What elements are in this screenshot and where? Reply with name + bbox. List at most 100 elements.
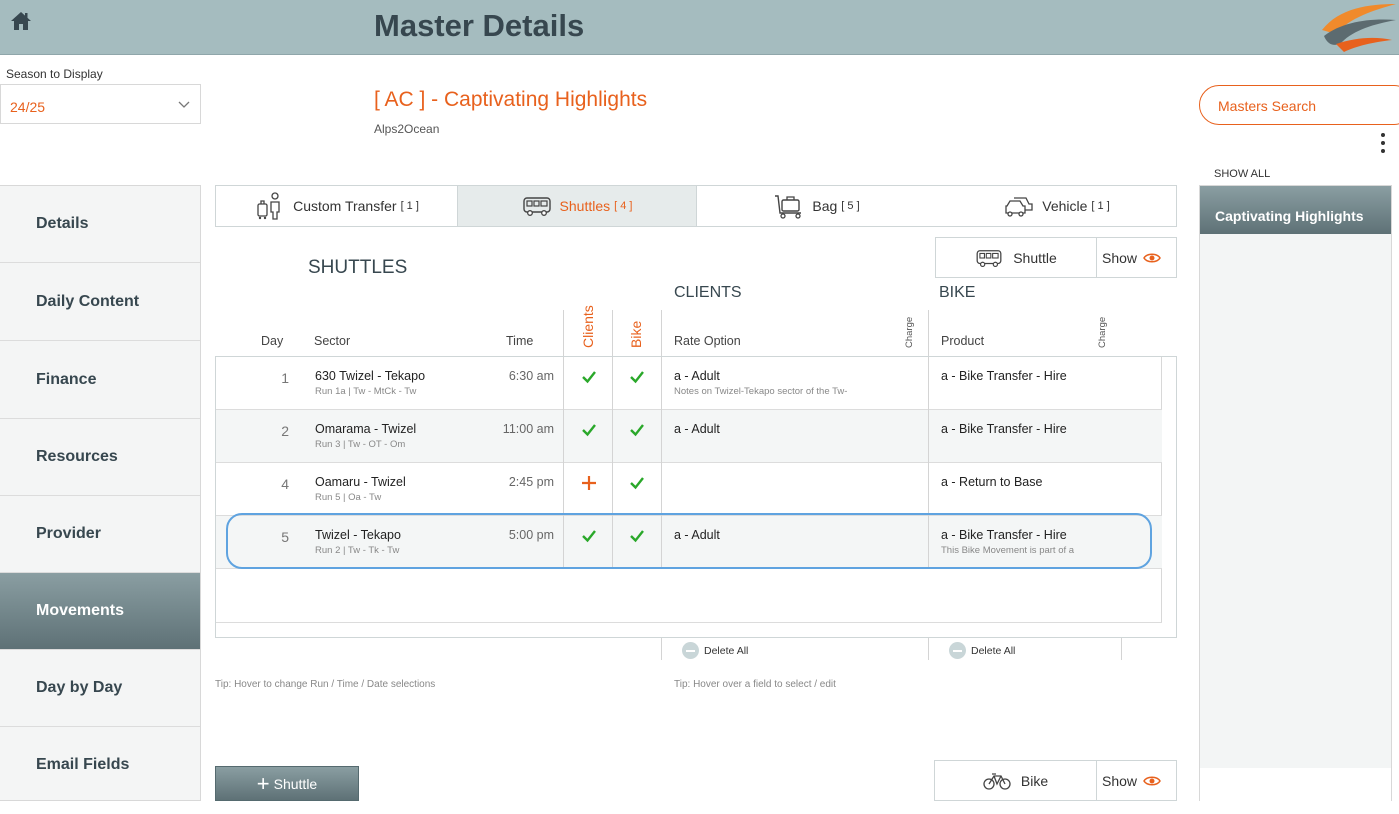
add-shuttle-button[interactable]: + Shuttle bbox=[215, 766, 359, 801]
shuttles-heading: SHUTTLES bbox=[308, 257, 408, 278]
time-cell[interactable]: 5:00 pm bbox=[509, 528, 554, 542]
rate-option-cell[interactable]: a - Adult bbox=[674, 528, 720, 542]
sidebar-item-daily-content[interactable]: Daily Content bbox=[0, 264, 200, 341]
table-row[interactable]: 2 Omarama - Twizel Run 3 | Tw - OT - Om … bbox=[216, 410, 1162, 463]
col-bike: Bike bbox=[628, 320, 644, 348]
movement-tabs: Custom Transfer [ 1 ] Shuttles [ 4 ] Bag… bbox=[215, 185, 1177, 227]
run-cell: Run 2 | Tw - Tk - Tw bbox=[315, 545, 400, 556]
sector-cell[interactable]: 630 Twizel - Tekapo bbox=[315, 369, 425, 383]
table-row[interactable]: 1 630 Twizel - Tekapo Run 1a | Tw - MtCk… bbox=[216, 357, 1162, 410]
col-bike-charge: Charge bbox=[1097, 316, 1108, 348]
masters-search-button[interactable]: Masters Search bbox=[1199, 85, 1399, 125]
clients-heading: CLIENTS bbox=[674, 284, 742, 301]
shuttles-table: 1 630 Twizel - Tekapo Run 1a | Tw - MtCk… bbox=[215, 356, 1177, 638]
check-icon[interactable] bbox=[628, 527, 646, 545]
eye-icon bbox=[1143, 776, 1161, 785]
bike-show-label: Show bbox=[1101, 772, 1138, 789]
tab-custom-transfer[interactable]: Custom Transfer [ 1 ] bbox=[216, 186, 458, 226]
col-clients-charge: Charge bbox=[904, 316, 915, 348]
plus-icon[interactable] bbox=[580, 474, 598, 492]
rate-note: Notes on Twizel-Tekapo sector of the Tw- bbox=[674, 386, 848, 397]
tab-shuttles-count: [ 4 ] bbox=[614, 200, 633, 212]
col-time: Time bbox=[506, 334, 534, 348]
car-icon bbox=[1005, 197, 1033, 217]
season-label: Season to Display bbox=[6, 67, 103, 81]
rate-option-cell[interactable]: a - Adult bbox=[674, 369, 720, 383]
shuttle-show-label: Show bbox=[1101, 249, 1138, 266]
masters-list-item[interactable]: Captivating Highlights bbox=[1200, 186, 1391, 234]
bicycle-icon bbox=[983, 772, 1011, 790]
check-icon[interactable] bbox=[580, 527, 598, 545]
product-cell[interactable]: a - Bike Transfer - Hire bbox=[941, 422, 1067, 436]
page-title: Master Details bbox=[374, 8, 585, 43]
check-icon[interactable] bbox=[628, 421, 646, 439]
check-icon[interactable] bbox=[628, 474, 646, 492]
masters-list-panel: Captivating Highlights bbox=[1199, 185, 1392, 801]
tab-bag[interactable]: Bag [ 5 ] bbox=[697, 186, 937, 226]
sidebar-item-email-fields[interactable]: Email Fields bbox=[0, 726, 200, 803]
product-cell[interactable]: a - Bike Transfer - Hire bbox=[941, 528, 1067, 542]
master-title: [ AC ] - Captivating Highlights bbox=[374, 88, 648, 111]
run-cell: Run 3 | Tw - OT - Om bbox=[315, 439, 406, 450]
shuttle-filter-label: Shuttle bbox=[1013, 249, 1057, 266]
minus-circle-icon bbox=[949, 642, 966, 659]
col-product: Product bbox=[941, 334, 985, 348]
eye-icon bbox=[1143, 253, 1161, 262]
bag-trolley-icon bbox=[775, 195, 802, 219]
table-row[interactable]: 4 Oamaru - Twizel Run 5 | Oa - Tw 2:45 p… bbox=[216, 463, 1162, 516]
time-cell[interactable]: 2:45 pm bbox=[509, 475, 554, 489]
sidebar-item-details[interactable]: Details bbox=[0, 186, 200, 263]
tab-vehicle-label: Vehicle bbox=[1042, 198, 1088, 214]
sidebar-item-provider[interactable]: Provider bbox=[0, 496, 200, 573]
table-row-empty bbox=[216, 569, 1162, 623]
tab-bag-label: Bag bbox=[812, 198, 838, 214]
sidebar-item-finance[interactable]: Finance bbox=[0, 342, 200, 419]
table-row[interactable]: 5 Twizel - Tekapo Run 2 | Tw - Tk - Tw 5… bbox=[216, 516, 1162, 569]
tab-bag-count: [ 5 ] bbox=[841, 200, 860, 212]
sidebar-item-movements[interactable]: Movements bbox=[0, 573, 200, 650]
tip-left: Tip: Hover to change Run / Time / Date s… bbox=[215, 679, 436, 690]
minus-circle-icon bbox=[682, 642, 699, 659]
product-note: This Bike Movement is part of a bbox=[941, 545, 1075, 556]
product-cell[interactable]: a - Return to Base bbox=[941, 475, 1042, 489]
bike-heading: BIKE bbox=[939, 284, 976, 301]
brand-logo-icon bbox=[1322, 4, 1396, 52]
tab-shuttles[interactable]: Shuttles [ 4 ] bbox=[457, 186, 697, 226]
col-day: Day bbox=[261, 334, 284, 348]
home-icon[interactable] bbox=[9, 9, 33, 33]
col-rate-option: Rate Option bbox=[674, 334, 741, 348]
sidebar: Details Daily Content Finance Resources … bbox=[0, 185, 201, 801]
season-select[interactable]: 24/25 bbox=[0, 84, 201, 124]
sector-cell[interactable]: Omarama - Twizel bbox=[315, 422, 416, 436]
sector-cell[interactable]: Twizel - Tekapo bbox=[315, 528, 401, 542]
tab-vehicle-count: [ 1 ] bbox=[1091, 200, 1110, 212]
check-icon[interactable] bbox=[580, 421, 598, 439]
bike-filter-button[interactable]: Bike bbox=[934, 760, 1097, 801]
sidebar-item-day-by-day[interactable]: Day by Day bbox=[0, 650, 200, 727]
shuttle-show-button[interactable]: Show bbox=[1096, 237, 1177, 278]
shuttle-filter-button[interactable]: Shuttle bbox=[935, 237, 1097, 278]
time-cell[interactable]: 11:00 am bbox=[503, 422, 554, 436]
sector-cell[interactable]: Oamaru - Twizel bbox=[315, 475, 406, 489]
more-options-icon[interactable] bbox=[1378, 133, 1388, 157]
plus-icon: + bbox=[256, 770, 270, 796]
col-sector: Sector bbox=[314, 334, 351, 348]
masters-search-label: Masters Search bbox=[1218, 98, 1317, 114]
sidebar-item-resources[interactable]: Resources bbox=[0, 419, 200, 496]
tab-custom-transfer-count: [ 1 ] bbox=[400, 200, 419, 212]
tab-vehicle[interactable]: Vehicle [ 1 ] bbox=[937, 186, 1177, 226]
run-cell: Run 1a | Tw - MtCk - Tw bbox=[315, 386, 417, 397]
product-cell[interactable]: a - Bike Transfer - Hire bbox=[941, 369, 1067, 383]
col-clients: Clients bbox=[580, 305, 596, 348]
check-icon[interactable] bbox=[628, 368, 646, 386]
person-transfer-icon bbox=[257, 192, 280, 220]
delete-all-bike-button[interactable]: Delete All bbox=[949, 642, 1015, 659]
rate-option-cell[interactable]: a - Adult bbox=[674, 422, 720, 436]
show-all-link[interactable]: SHOW ALL bbox=[1214, 168, 1270, 180]
bike-show-button[interactable]: Show bbox=[1096, 760, 1177, 801]
time-cell[interactable]: 6:30 am bbox=[509, 369, 554, 383]
check-icon[interactable] bbox=[580, 368, 598, 386]
delete-all-clients-button[interactable]: Delete All bbox=[682, 642, 748, 659]
tab-shuttles-label: Shuttles bbox=[559, 198, 611, 214]
app-header: Master Details bbox=[0, 0, 1399, 55]
